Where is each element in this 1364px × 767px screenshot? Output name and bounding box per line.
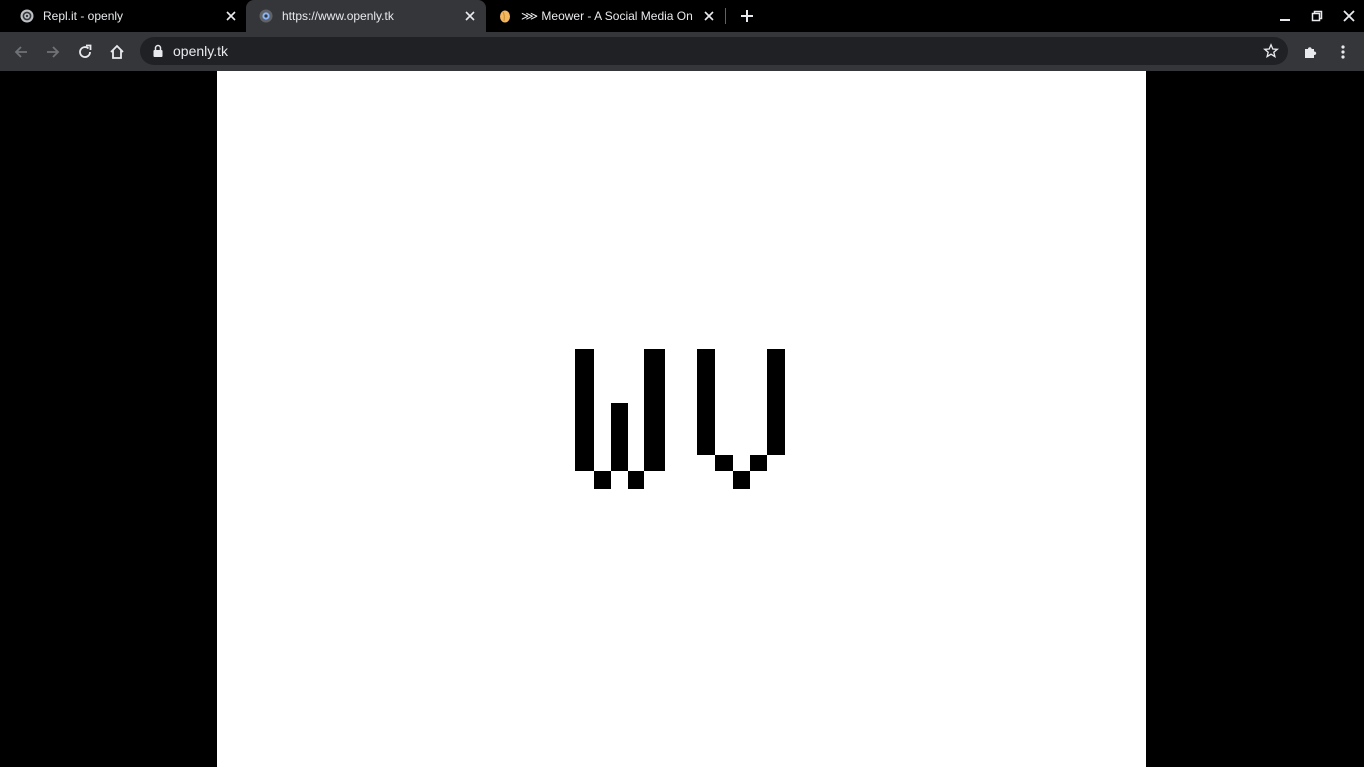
- page-viewport: [0, 71, 1364, 767]
- plus-icon: [741, 10, 753, 22]
- new-tab-button[interactable]: [737, 6, 757, 26]
- tab-meower[interactable]: ⋙ Meower - A Social Media On S: [486, 0, 726, 32]
- extensions-button[interactable]: [1299, 40, 1323, 64]
- puzzle-icon: [1305, 47, 1317, 58]
- tab-title: https://www.openly.tk: [282, 9, 394, 23]
- page-content: [217, 71, 1146, 767]
- tab-title: ⋙ Meower - A Social Media On S: [521, 9, 696, 23]
- openly-globe-icon: [259, 9, 273, 23]
- home-button[interactable]: [105, 40, 129, 64]
- window-close-button[interactable]: [1340, 7, 1358, 25]
- meower-icon: [498, 9, 512, 23]
- toolbar: openly.tk: [0, 32, 1364, 71]
- star-icon[interactable]: [1263, 43, 1279, 59]
- close-icon: [1343, 10, 1355, 22]
- restore-button[interactable]: [1308, 7, 1326, 25]
- kebab-menu-icon: [1341, 45, 1345, 59]
- url-text: openly.tk: [173, 43, 228, 59]
- home-icon: [110, 44, 124, 59]
- close-icon[interactable]: [463, 9, 477, 23]
- tab-separator: [725, 8, 726, 24]
- close-icon[interactable]: [702, 9, 716, 23]
- tab-replit[interactable]: Repl.it - openly: [0, 0, 246, 32]
- replit-icon: [20, 9, 34, 23]
- tab-strip: Repl.it - openly https://www.openly.tk ⋙…: [0, 0, 1364, 32]
- minimize-button[interactable]: [1276, 7, 1294, 25]
- arrow-left-icon: [14, 46, 27, 58]
- reload-button[interactable]: [73, 40, 97, 64]
- menu-button[interactable]: [1331, 40, 1355, 64]
- wv-pixel-logo-icon: [575, 349, 785, 489]
- restore-icon: [1311, 10, 1323, 22]
- minimize-icon: [1280, 19, 1290, 21]
- lock-icon: [153, 44, 163, 57]
- forward-button[interactable]: [41, 40, 65, 64]
- back-button[interactable]: [9, 40, 33, 64]
- tab-openly[interactable]: https://www.openly.tk: [246, 0, 486, 32]
- tab-title: Repl.it - openly: [43, 9, 124, 23]
- close-icon[interactable]: [224, 9, 238, 23]
- arrow-right-icon: [47, 46, 60, 58]
- browser-window: Repl.it - openly https://www.openly.tk ⋙…: [0, 0, 1364, 767]
- address-bar[interactable]: openly.tk: [140, 37, 1288, 65]
- reload-icon: [79, 44, 92, 58]
